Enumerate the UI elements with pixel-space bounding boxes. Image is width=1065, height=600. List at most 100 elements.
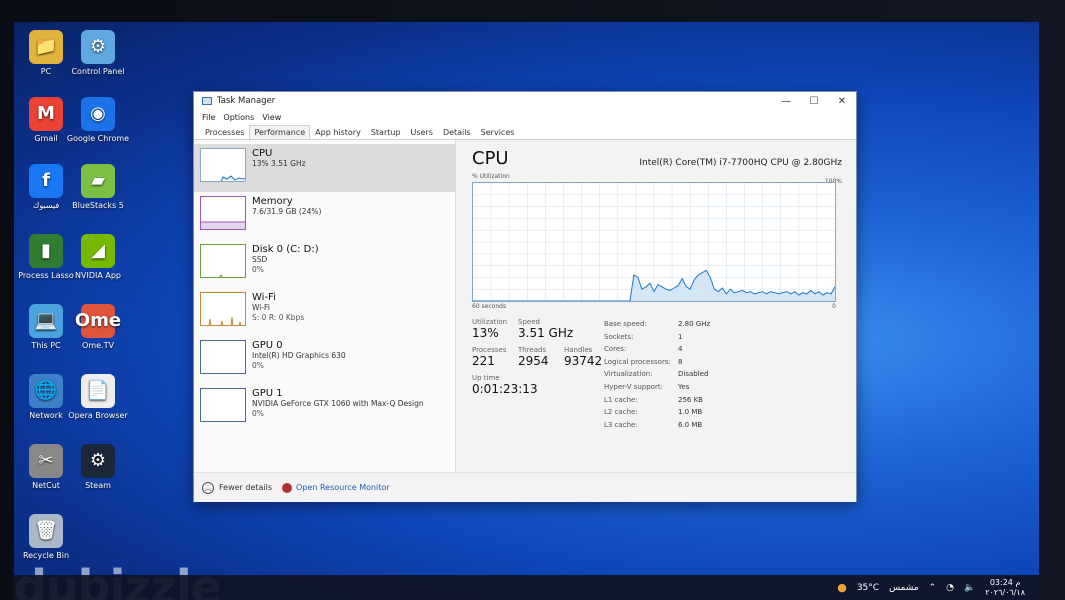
speed-label: Speed (518, 318, 540, 326)
fewer-details-button[interactable]: ︿ Fewer details (202, 481, 273, 494)
app-icon: ◢ (81, 234, 115, 268)
sidebar-item-cpu[interactable]: CPU 13% 3.51 GHz (194, 144, 455, 192)
tab-startup[interactable]: Startup (366, 125, 406, 139)
desktop-icon-bluestacks-5[interactable]: ▰ BlueStacks 5 (66, 164, 130, 211)
sidebar-gpu1-name: GPU 1 (252, 388, 283, 399)
spec-key: Logical processors: (604, 357, 671, 366)
uptime-value: 0:01:23:13 (472, 382, 538, 396)
clock-time: 03:24 م (989, 577, 1021, 587)
sidebar-cpu-name: CPU (252, 148, 273, 159)
sidebar-gpu0-sub2: 0% (252, 361, 264, 370)
utilization-label: Utilization (472, 318, 508, 326)
desktop-icon-steam[interactable]: ⚙ Steam (66, 444, 130, 491)
disk-mini-graph (200, 244, 246, 278)
maximize-button[interactable]: ☐ (800, 96, 828, 107)
axis-right-label: 0 (832, 303, 836, 310)
window-title: Task Manager (217, 96, 276, 106)
desktop-icon-nvidia-app[interactable]: ◢ NVIDIA App (66, 234, 130, 281)
sidebar-wifi-name: Wi-Fi (252, 292, 276, 303)
clock-date: ٢٠٢٦/٠٦/١٨ (985, 587, 1025, 597)
spec-key: L1 cache: (604, 395, 638, 404)
desktop-icon-recycle-bin[interactable]: 🗑 Recycle Bin (14, 514, 78, 561)
threads-value: 2954 (518, 354, 549, 368)
weather-temp[interactable]: 35°C (857, 583, 879, 593)
spec-key: Virtualization: (604, 370, 653, 379)
axis-left-label: 60 seconds (472, 303, 507, 310)
desktop-icon-opera-browser[interactable]: 📄 Opera Browser (66, 374, 130, 421)
app-icon: ▮ (29, 234, 63, 268)
sidebar-item-gpu1[interactable]: GPU 1 NVIDIA GeForce GTX 1060 with Max-Q… (194, 384, 455, 432)
spec-key: L3 cache: (604, 420, 638, 429)
speed-value: 3.51 GHz (518, 326, 574, 340)
menu-bar: File Options View (194, 110, 856, 124)
spec-value: Yes (678, 382, 690, 391)
cpu-graph-svg (473, 183, 835, 301)
spec-key: Cores: (604, 345, 627, 354)
desktop-icon-control-panel[interactable]: ⚙ Control Panel (66, 30, 130, 77)
sidebar-wifi-sub2: S: 0 R: 0 Kbps (252, 313, 305, 322)
menu-options[interactable]: Options (223, 113, 254, 122)
tab-performance[interactable]: Performance (249, 125, 311, 139)
sidebar-item-wifi[interactable]: Wi-Fi Wi-Fi S: 0 R: 0 Kbps (194, 288, 455, 336)
cpu-utilization-graph (472, 182, 836, 302)
tab-processes[interactable]: Processes (200, 125, 249, 139)
spec-value: 256 KB (678, 395, 703, 404)
tab-services[interactable]: Services (476, 125, 520, 139)
network-icon[interactable]: ◔ (946, 583, 954, 593)
cpu-spec-list: Base speed: 2.80 GHz Sockets: 1 Cores: 4 Logic… (604, 318, 738, 431)
minimize-button[interactable]: — (772, 96, 800, 107)
sidebar-memory-name: Memory (252, 196, 293, 207)
app-icon: M (29, 97, 63, 131)
taskbar-clock[interactable]: 03:24 م ٢٠٢٦/٠٦/١٨ (985, 578, 1025, 598)
weather-icon[interactable]: ● (837, 581, 847, 594)
resource-sidebar: CPU 13% 3.51 GHz Memory 7.6/31.9 GB (24%… (194, 140, 456, 472)
desktop-icon-google-chrome[interactable]: ◉ Google Chrome (66, 97, 130, 144)
app-icon: 🌐 (29, 374, 63, 408)
close-button[interactable]: ✕ (828, 96, 856, 107)
app-icon: Ome (75, 304, 121, 338)
open-resource-monitor-link[interactable]: Open Resource Monitor (282, 482, 390, 493)
processes-value: 221 (472, 354, 495, 368)
cpu-stats: Utilization 13% Speed 3.51 GHz Processes… (472, 318, 842, 431)
spec-value: 6.0 MB (678, 420, 703, 429)
performance-pane: CPU 13% 3.51 GHz Memory 7.6/31.9 GB (24%… (194, 140, 856, 472)
sidebar-disk-name: Disk 0 (C: D:) (252, 244, 319, 255)
spec-key: Sockets: (604, 332, 634, 341)
fewer-details-label: Fewer details (219, 483, 273, 492)
sidebar-item-gpu0[interactable]: GPU 0 Intel(R) HD Graphics 630 0% (194, 336, 455, 384)
desktop-icon-label: Opera Browser (68, 411, 128, 420)
tab-app-history[interactable]: App history (310, 125, 366, 139)
app-icon: 💻 (29, 304, 63, 338)
app-icon: ✂ (29, 444, 63, 478)
resource-monitor-icon (282, 482, 293, 493)
tab-users[interactable]: Users (406, 125, 438, 139)
cpu-mini-graph (200, 148, 246, 182)
chevron-up-icon: ︿ (202, 481, 214, 494)
app-icon: f (29, 164, 63, 198)
sidebar-item-memory[interactable]: Memory 7.6/31.9 GB (24%) (194, 192, 455, 240)
tray-icon[interactable]: ⌃ (929, 583, 937, 593)
sidebar-item-disk[interactable]: Disk 0 (C: D:) SSD 0% (194, 240, 455, 288)
spec-value: 1 (678, 332, 683, 341)
desktop-icon-ome-tv[interactable]: Ome Ome.TV (66, 304, 130, 351)
cpu-dynamic-stats: Utilization 13% Speed 3.51 GHz Processes… (472, 318, 603, 431)
sidebar-wifi-sub: Wi-Fi (252, 303, 270, 312)
desktop-icon-label: BlueStacks 5 (72, 201, 124, 210)
spec-key: L2 cache: (604, 408, 638, 417)
menu-file[interactable]: File (202, 113, 215, 122)
cpu-model-name: Intel(R) Core(TM) i7-7700HQ CPU @ 2.80GH… (639, 158, 842, 168)
wifi-mini-graph (200, 292, 246, 326)
spec-value: 2.80 GHz (678, 320, 711, 328)
title-bar[interactable]: Task Manager — ☐ ✕ (194, 92, 856, 110)
gpu1-mini-graph (200, 388, 246, 422)
volume-icon[interactable]: 🔈 (964, 583, 975, 593)
desktop-icon-label: Ome.TV (82, 341, 114, 350)
menu-view[interactable]: View (262, 113, 281, 122)
processes-label: Processes (472, 346, 507, 354)
sidebar-memory-sub: 7.6/31.9 GB (24%) (252, 207, 322, 216)
sidebar-disk-sub: SSD (252, 255, 268, 264)
tab-details[interactable]: Details (438, 125, 476, 139)
sidebar-cpu-sub: 13% 3.51 GHz (252, 159, 306, 168)
handles-value: 93742 (564, 354, 603, 368)
task-manager-window: Task Manager — ☐ ✕ File Options View Pro… (193, 91, 857, 502)
